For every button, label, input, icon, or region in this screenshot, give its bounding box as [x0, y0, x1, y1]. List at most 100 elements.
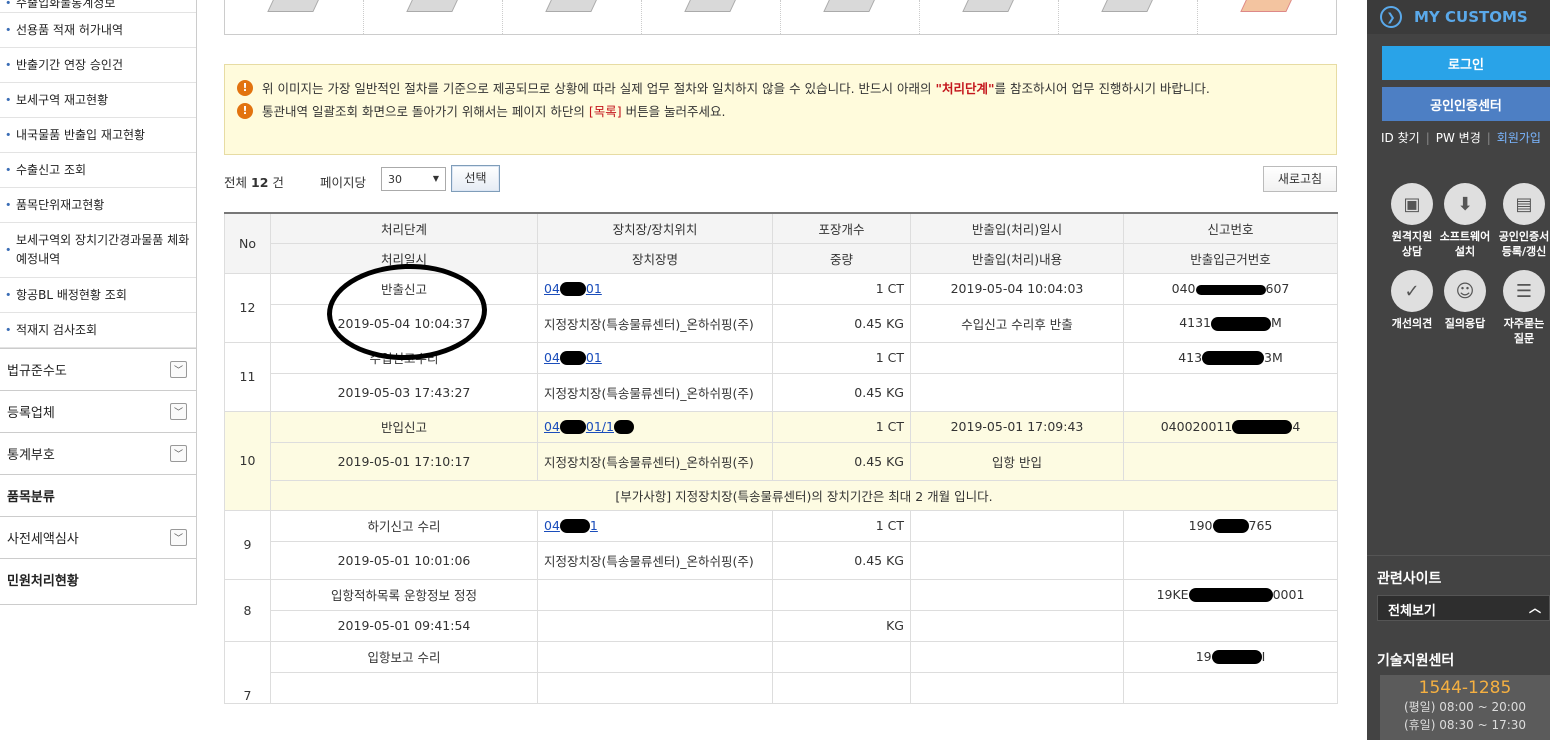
service-label: 개선의견 [1391, 317, 1433, 330]
table-row: 9 하기신고 수리 04 1 1 CT 190 765 [224, 509, 1338, 580]
row-note: [부가사항] 지정장치장(특송물류센터)의 장치기간은 최대 2 개월 입니다. [270, 479, 1338, 511]
row-io-content: 수입신고 수리후 반출 [910, 303, 1124, 343]
sidebar-subitem[interactable]: 보세구역 재고현황 [0, 83, 196, 118]
notice-text-part: 를 참조하시어 업무 진행하시기 바랍니다. [994, 81, 1210, 96]
location-code-part: 04 [544, 349, 560, 365]
chevron-down-icon[interactable]: ﹀ [170, 361, 187, 378]
chevron-down-icon[interactable]: ﹀ [170, 445, 187, 462]
table-row: 2019-05-01 09:41:54 KG [225, 609, 1338, 642]
row-weight: 0.45 KG [772, 303, 911, 343]
sidebar-subitem[interactable]: 항공BL 배정현황 조회 [0, 278, 196, 313]
service-software-install[interactable]: ⬇ 소프트웨어 설치 [1435, 183, 1495, 259]
report-no-part: 607 [1265, 281, 1290, 296]
chevron-down-icon[interactable]: ﹀ [170, 529, 187, 546]
redaction [1202, 351, 1265, 366]
row-location: 04 01 [537, 272, 773, 305]
notice-highlight: "처리단계" [935, 81, 995, 96]
row-weight: 0.45 KG [772, 372, 911, 412]
per-page-select[interactable]: 30 ▼ [381, 167, 446, 191]
total-prefix: 전체 [224, 175, 248, 190]
row-io-content [910, 671, 1124, 704]
row-processed-at: 2019-05-01 17:10:17 [270, 441, 538, 481]
menu-item-stat-codes[interactable]: 통계부호 ﹀ [0, 432, 196, 474]
cert-center-button[interactable]: 공인인증센터 [1382, 87, 1550, 121]
report-no-part: 190 [1188, 517, 1213, 533]
per-page-value: 30 [388, 173, 402, 186]
find-id-link[interactable]: ID 찾기 [1381, 129, 1420, 146]
report-no-part: 0001 [1272, 586, 1305, 602]
report-no-part: I [1261, 648, 1266, 664]
sidebar-subitem[interactable]: 적재지 검사조회 [0, 313, 196, 348]
related-sites-select[interactable]: 전체보기 ︿ [1377, 595, 1550, 621]
row-stage: 수입신고수리 [270, 341, 538, 374]
row-no: 9 [224, 509, 271, 580]
row-io-content: 입항 반입 [910, 441, 1124, 481]
service-faq[interactable]: ☰ 자주묻는 질문 [1494, 270, 1550, 346]
feedback-icon: ✓ [1391, 270, 1433, 312]
col-no: No [224, 212, 271, 274]
location-link[interactable]: 04 01 [544, 349, 602, 366]
login-button[interactable]: 로그인 [1382, 46, 1550, 80]
menu-item-classification[interactable]: 품목분류 [0, 474, 196, 516]
row-stage: 하기신고 수리 [270, 509, 538, 542]
select-button[interactable]: 선택 [451, 165, 500, 192]
report-no-part: 19KE [1156, 586, 1189, 602]
change-pw-link[interactable]: PW 변경 [1436, 129, 1481, 146]
location-link[interactable]: 04 01/1 [544, 418, 634, 435]
notice-line: ! 위 이미지는 가장 일반적인 절차를 기준으로 제공되므로 상황에 따라 실… [237, 79, 1316, 98]
menu-item-civil-status[interactable]: 민원처리현황 [0, 558, 196, 600]
location-code-part: 04 [544, 517, 560, 533]
tech-center-box: 1544-1285 (평일) 08:00 ~ 20:00 (휴일) 08:30 … [1380, 675, 1550, 740]
menu-item-registered[interactable]: 등록업체 ﹀ [0, 390, 196, 432]
tech-center-title: 기술지원센터 [1377, 653, 1455, 669]
list-toolbar: 전체 12 건 페이지당 30 ▼ 선택 새로고침 [224, 165, 1337, 193]
signup-link[interactable]: 회원가입 [1497, 129, 1541, 146]
table-header-row: No 처리단계 장치장/장치위치 포장개수 반출입(처리)일시 신고번호 [224, 212, 1338, 274]
service-feedback[interactable]: ✓ 개선의견 [1382, 270, 1442, 331]
sidebar-subitem[interactable]: 수출신고 조회 [0, 153, 196, 188]
sidebar-subitem-label: 수출신고 조회 [16, 162, 87, 177]
account-links: ID 찾기 | PW 변경 | 회원가입 [1367, 129, 1550, 146]
sidebar-subitem[interactable]: 수출입화물통계정보 [0, 0, 196, 13]
total-suffix: 건 [272, 175, 284, 190]
service-certificate[interactable]: ▤ 공인인증서 등록/갱신 [1494, 183, 1550, 259]
row-weight: KG [772, 609, 911, 642]
menu-item-compliance[interactable]: 법규준수도 ﹀ [0, 348, 196, 390]
menu-item-pre-review[interactable]: 사전세액심사 ﹀ [0, 516, 196, 558]
sidebar-subitem[interactable]: 내국물품 반출입 재고현황 [0, 118, 196, 153]
location-link[interactable]: 04 1 [544, 517, 598, 534]
redaction [1211, 650, 1262, 665]
menu-item-label: 통계부호 [7, 448, 55, 463]
location-code-part: 01/1 [585, 418, 614, 434]
row-warehouse [537, 671, 773, 704]
sidebar-subitem[interactable]: 보세구역외 장치기간경과물품 체화 예정내역 [0, 223, 196, 278]
remote-support-icon: ▣ [1391, 183, 1433, 225]
qna-icon: ☺ [1444, 270, 1486, 312]
notice-line: ! 통관내역 일괄조회 화면으로 돌아가기 위해서는 페이지 하단의 [목록] … [237, 102, 1316, 121]
row-processed-at: 2019-05-01 10:01:06 [270, 540, 538, 580]
step-illustration [225, 0, 364, 34]
total-count: 전체 12 건 [224, 172, 284, 191]
table-row [225, 671, 1338, 704]
col-packages: 포장개수 [772, 212, 911, 244]
location-code-part: 04 [544, 418, 560, 434]
report-no-part: 040 [1171, 281, 1196, 296]
menu-item-label: 사전세액심사 [7, 532, 79, 547]
row-location [537, 578, 773, 611]
service-remote-support[interactable]: ▣ 원격지원 상담 [1382, 183, 1442, 259]
report-no-part: 4 [1292, 418, 1301, 434]
process-steps-strip [224, 0, 1337, 35]
sidebar-subitem[interactable]: 선용품 적재 허가내역 [0, 13, 196, 48]
row-basis-no [1123, 609, 1338, 642]
separator: | [1425, 130, 1430, 145]
chevron-down-icon[interactable]: ﹀ [170, 403, 187, 420]
location-link[interactable]: 04 01 [544, 281, 602, 297]
sidebar-subitem[interactable]: 반출기간 연장 승인건 [0, 48, 196, 83]
basis-no-part: M [1271, 315, 1282, 331]
service-qna[interactable]: ☺ 질의응답 [1435, 270, 1495, 331]
sidebar-subitem[interactable]: 품목단위재고현황 [0, 188, 196, 223]
refresh-button[interactable]: 새로고침 [1263, 166, 1337, 192]
redaction [559, 420, 586, 435]
table-row: 11 수입신고수리 04 01 1 CT 413 3M [224, 341, 1338, 412]
table-row: 2019-05-03 17:43:27 지정장치장(특송물류센터)_온하쉬핑(주… [225, 372, 1338, 412]
